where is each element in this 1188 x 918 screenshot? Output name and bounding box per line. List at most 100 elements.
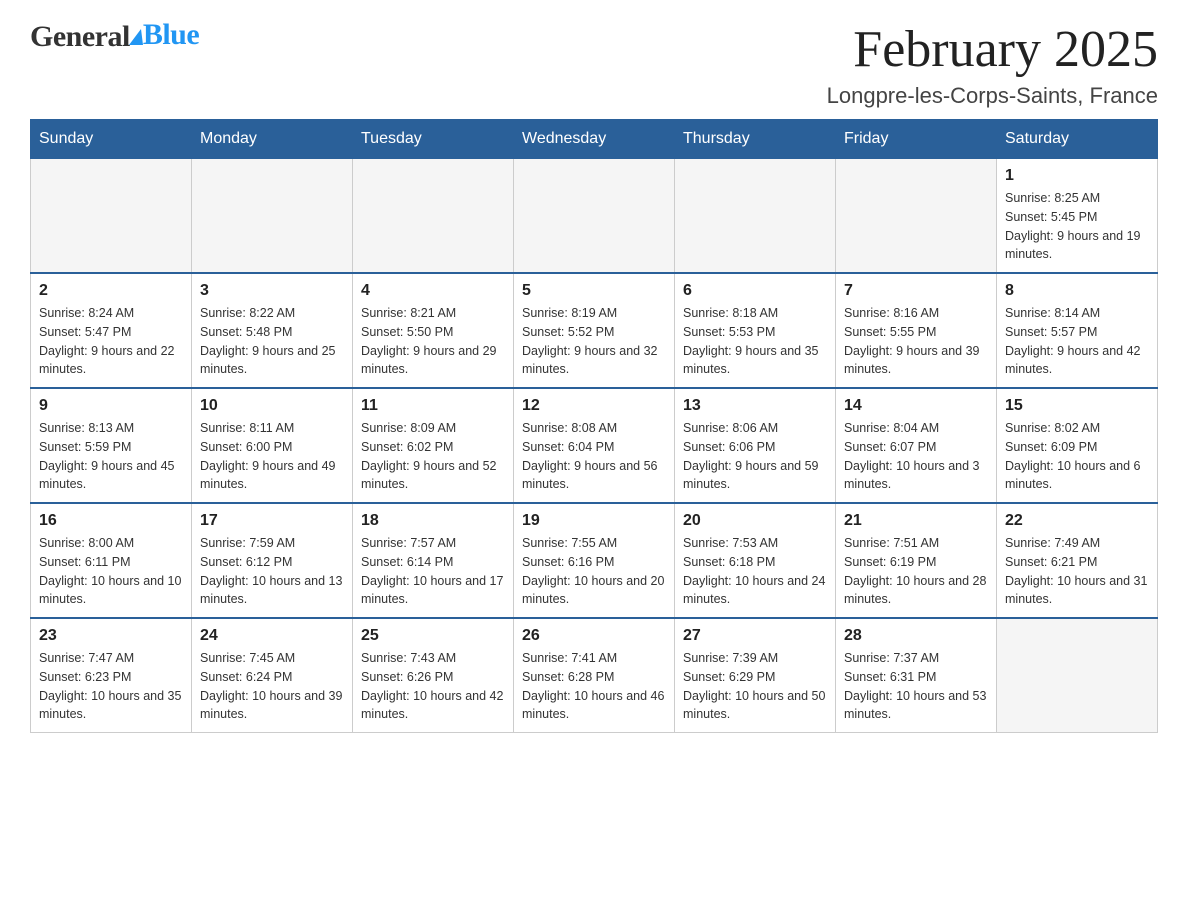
day-info: Sunrise: 8:19 AMSunset: 5:52 PMDaylight:… xyxy=(522,304,666,379)
day-info: Sunrise: 7:57 AMSunset: 6:14 PMDaylight:… xyxy=(361,534,505,609)
day-number: 24 xyxy=(200,627,344,645)
calendar-cell: 15 Sunrise: 8:02 AMSunset: 6:09 PMDayligh… xyxy=(997,388,1158,503)
calendar-cell: 18Sunrise: 7:57 AMSunset: 6:14 PMDayligh… xyxy=(353,503,514,618)
day-number: 20 xyxy=(683,512,827,530)
calendar-cell: 5 Sunrise: 8:19 AMSunset: 5:52 PMDaylight… xyxy=(514,273,675,388)
day-number: 6 xyxy=(683,282,827,300)
weekday-header-tuesday: Tuesday xyxy=(353,120,514,159)
calendar-cell xyxy=(514,159,675,274)
page-header: General Blue February 2025 Longpre-les-C… xyxy=(30,20,1158,109)
logo-icon-wrapper xyxy=(129,29,143,45)
calendar-cell: 26Sunrise: 7:41 AMSunset: 6:28 PMDayligh… xyxy=(514,618,675,733)
day-info: Sunrise: 8:14 AMSunset: 5:57 PMDaylight:… xyxy=(1005,304,1149,379)
day-number: 10 xyxy=(200,397,344,415)
calendar-cell: 20 Sunrise: 7:53 AMSunset: 6:18 PMDayligh… xyxy=(675,503,836,618)
weekday-header-saturday: Saturday xyxy=(997,120,1158,159)
calendar-cell: 6 Sunrise: 8:18 AMSunset: 5:53 PMDaylight… xyxy=(675,273,836,388)
day-number: 8 xyxy=(1005,282,1149,300)
day-number: 1 xyxy=(1005,167,1149,185)
week-row-1: 2Sunrise: 8:24 AMSunset: 5:47 PMDaylight… xyxy=(31,273,1158,388)
weekday-header-row: SundayMondayTuesdayWednesdayThursdayFrid… xyxy=(31,120,1158,159)
day-number: 23 xyxy=(39,627,183,645)
calendar-cell xyxy=(353,159,514,274)
weekday-header-thursday: Thursday xyxy=(675,120,836,159)
day-number: 25 xyxy=(361,627,505,645)
calendar-table: SundayMondayTuesdayWednesdayThursdayFrid… xyxy=(30,119,1158,733)
calendar-cell: 24 Sunrise: 7:45 AMSunset: 6:24 PMDayligh… xyxy=(192,618,353,733)
day-number: 21 xyxy=(844,512,988,530)
calendar-cell: 23 Sunrise: 7:47 AMSunset: 6:23 PMDayligh… xyxy=(31,618,192,733)
day-number: 17 xyxy=(200,512,344,530)
day-info: Sunrise: 8:04 AMSunset: 6:07 PMDaylight:… xyxy=(844,419,988,494)
week-row-0: 1Sunrise: 8:25 AMSunset: 5:45 PMDaylight… xyxy=(31,159,1158,274)
day-info: Sunrise: 7:49 AMSunset: 6:21 PMDaylight:… xyxy=(1005,534,1149,609)
calendar-cell: 14 Sunrise: 8:04 AMSunset: 6:07 PMDayligh… xyxy=(836,388,997,503)
day-info: Sunrise: 7:43 AMSunset: 6:26 PMDaylight:… xyxy=(361,649,505,724)
calendar-cell: 10 Sunrise: 8:11 AMSunset: 6:00 PMDayligh… xyxy=(192,388,353,503)
day-number: 19 xyxy=(522,512,666,530)
day-number: 9 xyxy=(39,397,183,415)
calendar-cell: 11Sunrise: 8:09 AMSunset: 6:02 PMDayligh… xyxy=(353,388,514,503)
calendar-cell: 16Sunrise: 8:00 AMSunset: 6:11 PMDayligh… xyxy=(31,503,192,618)
calendar-cell: 25 Sunrise: 7:43 AMSunset: 6:26 PMDayligh… xyxy=(353,618,514,733)
title-section: February 2025 Longpre-les-Corps-Saints, … xyxy=(827,20,1158,109)
calendar-cell xyxy=(192,159,353,274)
day-number: 12 xyxy=(522,397,666,415)
day-info: Sunrise: 8:08 AMSunset: 6:04 PMDaylight:… xyxy=(522,419,666,494)
day-number: 5 xyxy=(522,282,666,300)
day-number: 15 xyxy=(1005,397,1149,415)
day-info: Sunrise: 8:06 AMSunset: 6:06 PMDaylight:… xyxy=(683,419,827,494)
day-info: Sunrise: 8:00 AMSunset: 6:11 PMDaylight:… xyxy=(39,534,183,609)
day-info: Sunrise: 8:11 AMSunset: 6:00 PMDaylight:… xyxy=(200,419,344,494)
day-info: Sunrise: 8:02 AMSunset: 6:09 PMDaylight:… xyxy=(1005,419,1149,494)
weekday-header-wednesday: Wednesday xyxy=(514,120,675,159)
day-number: 14 xyxy=(844,397,988,415)
day-info: Sunrise: 7:47 AMSunset: 6:23 PMDaylight:… xyxy=(39,649,183,724)
calendar-cell: 1Sunrise: 8:25 AMSunset: 5:45 PMDaylight… xyxy=(997,159,1158,274)
day-info: Sunrise: 8:22 AMSunset: 5:48 PMDaylight:… xyxy=(200,304,344,379)
calendar-cell xyxy=(836,159,997,274)
day-number: 4 xyxy=(361,282,505,300)
logo-blue-text: Blue xyxy=(143,18,199,52)
month-title: February 2025 xyxy=(827,20,1158,79)
calendar-cell: 22 Sunrise: 7:49 AMSunset: 6:21 PMDayligh… xyxy=(997,503,1158,618)
day-info: Sunrise: 8:18 AMSunset: 5:53 PMDaylight:… xyxy=(683,304,827,379)
day-info: Sunrise: 7:51 AMSunset: 6:19 PMDaylight:… xyxy=(844,534,988,609)
week-row-4: 23 Sunrise: 7:47 AMSunset: 6:23 PMDayligh… xyxy=(31,618,1158,733)
day-info: Sunrise: 7:55 AMSunset: 6:16 PMDaylight:… xyxy=(522,534,666,609)
calendar-cell: 12 Sunrise: 8:08 AMSunset: 6:04 PMDayligh… xyxy=(514,388,675,503)
calendar-cell: 7 Sunrise: 8:16 AMSunset: 5:55 PMDaylight… xyxy=(836,273,997,388)
calendar-cell xyxy=(675,159,836,274)
logo-triangle-icon xyxy=(129,29,143,45)
calendar-cell: 13 Sunrise: 8:06 AMSunset: 6:06 PMDayligh… xyxy=(675,388,836,503)
calendar-cell: 2Sunrise: 8:24 AMSunset: 5:47 PMDaylight… xyxy=(31,273,192,388)
day-info: Sunrise: 8:16 AMSunset: 5:55 PMDaylight:… xyxy=(844,304,988,379)
day-number: 13 xyxy=(683,397,827,415)
day-number: 27 xyxy=(683,627,827,645)
day-info: Sunrise: 8:13 AMSunset: 5:59 PMDaylight:… xyxy=(39,419,183,494)
weekday-header-friday: Friday xyxy=(836,120,997,159)
day-info: Sunrise: 8:24 AMSunset: 5:47 PMDaylight:… xyxy=(39,304,183,379)
location-label: Longpre-les-Corps-Saints, France xyxy=(827,83,1158,109)
calendar-cell: 19 Sunrise: 7:55 AMSunset: 6:16 PMDayligh… xyxy=(514,503,675,618)
day-info: Sunrise: 8:09 AMSunset: 6:02 PMDaylight:… xyxy=(361,419,505,494)
day-info: Sunrise: 7:45 AMSunset: 6:24 PMDaylight:… xyxy=(200,649,344,724)
day-number: 22 xyxy=(1005,512,1149,530)
week-row-2: 9 Sunrise: 8:13 AMSunset: 5:59 PMDaylight… xyxy=(31,388,1158,503)
calendar-cell: 28Sunrise: 7:37 AMSunset: 6:31 PMDayligh… xyxy=(836,618,997,733)
calendar-cell: 8 Sunrise: 8:14 AMSunset: 5:57 PMDaylight… xyxy=(997,273,1158,388)
day-number: 7 xyxy=(844,282,988,300)
day-info: Sunrise: 7:59 AMSunset: 6:12 PMDaylight:… xyxy=(200,534,344,609)
day-info: Sunrise: 7:53 AMSunset: 6:18 PMDaylight:… xyxy=(683,534,827,609)
logo: General Blue xyxy=(30,20,199,54)
day-info: Sunrise: 7:37 AMSunset: 6:31 PMDaylight:… xyxy=(844,649,988,724)
calendar-cell: 17 Sunrise: 7:59 AMSunset: 6:12 PMDayligh… xyxy=(192,503,353,618)
weekday-header-sunday: Sunday xyxy=(31,120,192,159)
calendar-cell: 4 Sunrise: 8:21 AMSunset: 5:50 PMDaylight… xyxy=(353,273,514,388)
weekday-header-monday: Monday xyxy=(192,120,353,159)
day-number: 26 xyxy=(522,627,666,645)
calendar-cell xyxy=(31,159,192,274)
calendar-cell: 27Sunrise: 7:39 AMSunset: 6:29 PMDayligh… xyxy=(675,618,836,733)
day-info: Sunrise: 8:21 AMSunset: 5:50 PMDaylight:… xyxy=(361,304,505,379)
calendar-cell: 9 Sunrise: 8:13 AMSunset: 5:59 PMDaylight… xyxy=(31,388,192,503)
